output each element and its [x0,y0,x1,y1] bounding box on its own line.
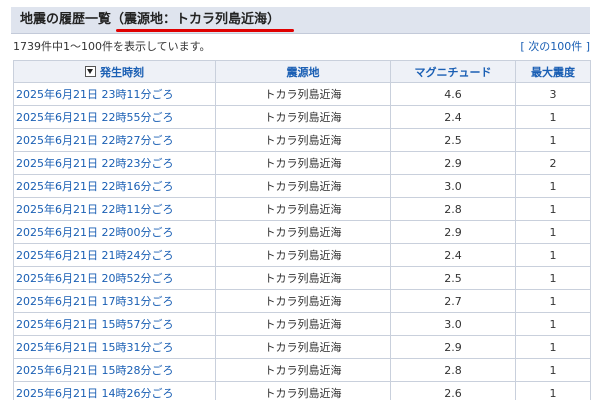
magnitude-cell: 2.7 [390,289,516,313]
magnitude-cell: 2.9 [390,151,516,175]
summary-row: 1739件中1～100件を表示しています。 [ 次の100件 ] [13,39,590,55]
max-intensity-cell: 1 [515,197,591,221]
quake-time-link[interactable]: 2025年6月21日 17時31分ごろ [13,289,216,313]
table-row: 2025年6月21日 15時57分ごろ トカラ列島近海 3.0 1 [13,312,591,336]
magnitude-cell: 2.4 [390,105,516,129]
epicenter-cell: トカラ列島近海 [215,128,391,152]
table-row: 2025年6月21日 22時11分ごろ トカラ列島近海 2.8 1 [13,197,591,221]
epicenter-cell: トカラ列島近海 [215,105,391,129]
table-header-row: 発生時刻 震源地 マグニチュード 最大震度 [13,60,591,83]
quake-time-link[interactable]: 2025年6月21日 15時28分ごろ [13,358,216,382]
quake-time-link[interactable]: 2025年6月21日 22時55分ごろ [13,105,216,129]
table-row: 2025年6月21日 22時55分ごろ トカラ列島近海 2.4 1 [13,105,591,129]
quake-time-link[interactable]: 2025年6月21日 22時16分ごろ [13,174,216,198]
max-intensity-cell: 1 [515,128,591,152]
magnitude-cell: 2.4 [390,243,516,267]
magnitude-cell: 2.5 [390,128,516,152]
column-header-time-label[interactable]: 発生時刻 [100,66,144,79]
table-row: 2025年6月21日 15時31分ごろ トカラ列島近海 2.9 1 [13,335,591,359]
highlight-underline [116,29,294,32]
max-intensity-cell: 1 [515,381,591,400]
quake-time-link[interactable]: 2025年6月21日 15時31分ごろ [13,335,216,359]
max-intensity-cell: 3 [515,82,591,106]
quake-time-link[interactable]: 2025年6月21日 22時27分ごろ [13,128,216,152]
magnitude-cell: 2.8 [390,358,516,382]
max-intensity-cell: 1 [515,358,591,382]
magnitude-cell: 2.9 [390,220,516,244]
magnitude-cell: 3.0 [390,174,516,198]
sort-descending-icon[interactable] [85,65,96,77]
epicenter-cell: トカラ列島近海 [215,151,391,175]
title-bar: 地震の履歴一覧（震源地：トカラ列島近海） [11,7,590,34]
max-intensity-cell: 1 [515,243,591,267]
earthquake-history-table: 発生時刻 震源地 マグニチュード 最大震度 2025年6月21日 23時11分ご… [13,60,591,400]
magnitude-cell: 2.8 [390,197,516,221]
magnitude-cell: 2.6 [390,381,516,400]
epicenter-cell: トカラ列島近海 [215,82,391,106]
quake-time-link[interactable]: 2025年6月21日 20時52分ごろ [13,266,216,290]
max-intensity-cell: 2 [515,151,591,175]
max-intensity-cell: 1 [515,220,591,244]
epicenter-cell: トカラ列島近海 [215,358,391,382]
magnitude-cell: 2.5 [390,266,516,290]
table-row: 2025年6月21日 22時23分ごろ トカラ列島近海 2.9 2 [13,151,591,175]
quake-time-link[interactable]: 2025年6月21日 22時23分ごろ [13,151,216,175]
table-row: 2025年6月21日 17時31分ごろ トカラ列島近海 2.7 1 [13,289,591,313]
max-intensity-cell: 1 [515,266,591,290]
table-row: 2025年6月21日 23時11分ごろ トカラ列島近海 4.6 3 [13,82,591,106]
quake-time-link[interactable]: 2025年6月21日 23時11分ごろ [13,82,216,106]
quake-time-link[interactable]: 2025年6月21日 15時57分ごろ [13,312,216,336]
magnitude-cell: 4.6 [390,82,516,106]
epicenter-cell: トカラ列島近海 [215,174,391,198]
quake-time-link[interactable]: 2025年6月21日 22時11分ごろ [13,197,216,221]
quake-time-link[interactable]: 2025年6月21日 21時24分ごろ [13,243,216,267]
next-page-link-label[interactable]: 次の100件 [528,40,582,53]
page-title: 地震の履歴一覧（震源地：トカラ列島近海） [20,12,281,27]
table-body: 2025年6月21日 23時11分ごろ トカラ列島近海 4.6 3 2025年6月21日… [13,82,591,400]
quake-time-link[interactable]: 2025年6月21日 14時26分ごろ [13,381,216,400]
page: 地震の履歴一覧（震源地：トカラ列島近海） 1739件中1～100件を表示していま… [0,0,600,400]
max-intensity-cell: 1 [515,289,591,313]
result-count-text: 1739件中1～100件を表示しています。 [13,40,211,53]
table-row: 2025年6月21日 15時28分ごろ トカラ列島近海 2.8 1 [13,358,591,382]
table-row: 2025年6月21日 20時52分ごろ トカラ列島近海 2.5 1 [13,266,591,290]
column-header-epicenter[interactable]: 震源地 [215,60,391,83]
column-header-magnitude[interactable]: マグニチュード [390,60,516,83]
next-page-link[interactable]: [ 次の100件 ] [520,39,590,55]
epicenter-cell: トカラ列島近海 [215,220,391,244]
magnitude-cell: 2.9 [390,335,516,359]
epicenter-cell: トカラ列島近海 [215,289,391,313]
table-row: 2025年6月21日 14時26分ごろ トカラ列島近海 2.6 1 [13,381,591,400]
max-intensity-cell: 1 [515,105,591,129]
table-row: 2025年6月21日 22時16分ごろ トカラ列島近海 3.0 1 [13,174,591,198]
epicenter-cell: トカラ列島近海 [215,197,391,221]
epicenter-cell: トカラ列島近海 [215,266,391,290]
table-row: 2025年6月21日 22時00分ごろ トカラ列島近海 2.9 1 [13,220,591,244]
table-row: 2025年6月21日 21時24分ごろ トカラ列島近海 2.4 1 [13,243,591,267]
epicenter-cell: トカラ列島近海 [215,381,391,400]
max-intensity-cell: 1 [515,335,591,359]
max-intensity-cell: 1 [515,174,591,198]
epicenter-cell: トカラ列島近海 [215,243,391,267]
epicenter-cell: トカラ列島近海 [215,335,391,359]
column-header-intensity[interactable]: 最大震度 [515,60,591,83]
epicenter-cell: トカラ列島近海 [215,312,391,336]
magnitude-cell: 3.0 [390,312,516,336]
table-row: 2025年6月21日 22時27分ごろ トカラ列島近海 2.5 1 [13,128,591,152]
column-header-time[interactable]: 発生時刻 [13,60,216,83]
quake-time-link[interactable]: 2025年6月21日 22時00分ごろ [13,220,216,244]
max-intensity-cell: 1 [515,312,591,336]
